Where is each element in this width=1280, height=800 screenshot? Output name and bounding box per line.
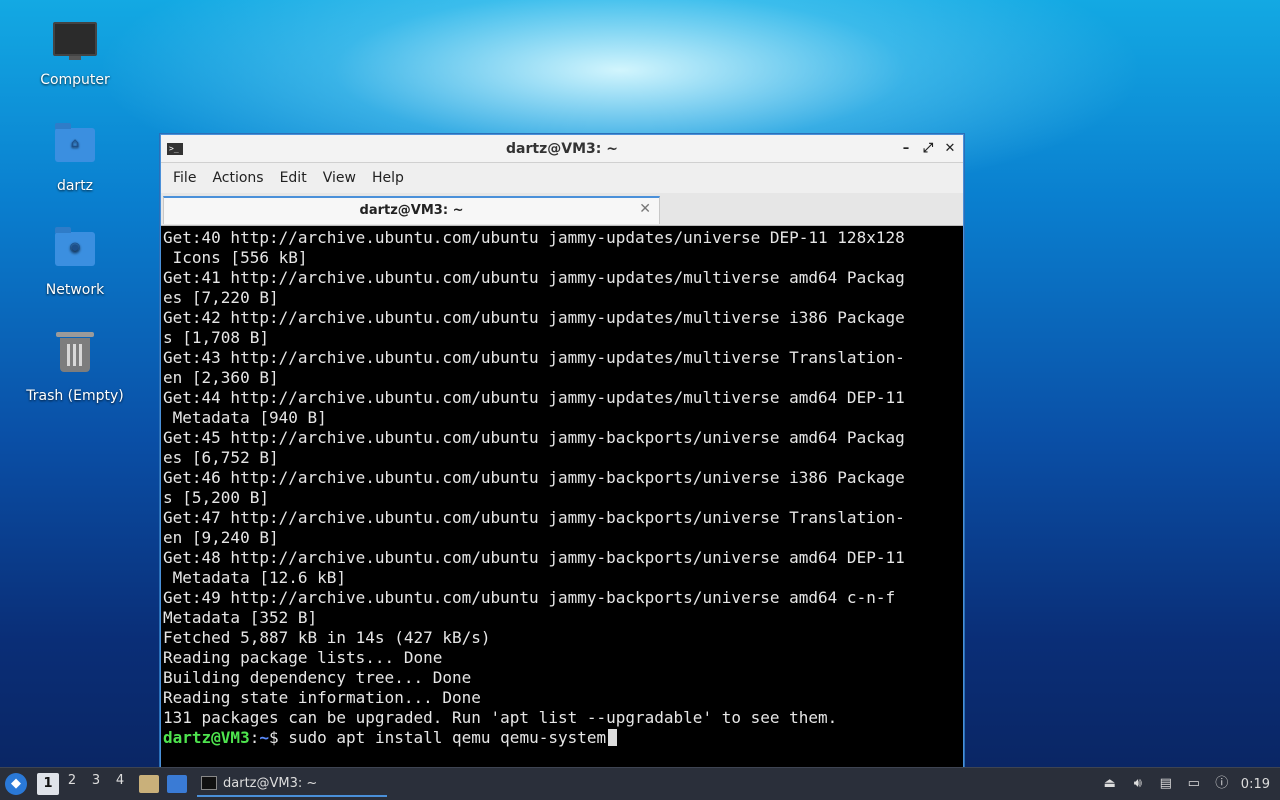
terminal-line: Get:48 http://archive.ubuntu.com/ubuntu … — [163, 548, 905, 567]
desktop-icon-label: Trash (Empty) — [26, 388, 124, 404]
tab-label: dartz@VM3: ~ — [359, 203, 464, 218]
terminal-line: Reading state information... Done — [163, 688, 481, 707]
home-folder-icon: ⌂ — [53, 123, 97, 172]
terminal-line: Metadata [940 B] — [163, 408, 327, 427]
window-title: dartz@VM3: ~ — [506, 140, 618, 157]
prompt-symbol: $ — [268, 728, 289, 747]
desktop-icon-trash[interactable]: Trash (Empty) — [20, 330, 130, 404]
tab-close-icon[interactable]: ✕ — [639, 201, 651, 217]
menu-help[interactable]: Help — [364, 170, 412, 186]
terminal-line: en [9,240 B] — [163, 528, 279, 547]
terminal-line: es [6,752 B] — [163, 448, 279, 467]
start-menu-icon[interactable]: ◆ — [5, 773, 27, 795]
terminal-line: Get:45 http://archive.ubuntu.com/ubuntu … — [163, 428, 905, 447]
eject-icon[interactable]: ⏏ — [1101, 775, 1119, 793]
terminal-tab[interactable]: dartz@VM3: ~ ✕ — [163, 196, 660, 224]
terminal-line: es [7,220 B] — [163, 288, 279, 307]
terminal-line: Metadata [352 B] — [163, 608, 318, 627]
menu-edit[interactable]: Edit — [272, 170, 315, 186]
menu-file[interactable]: File — [165, 170, 204, 186]
terminal-line: Get:44 http://archive.ubuntu.com/ubuntu … — [163, 388, 905, 407]
computer-icon — [53, 22, 97, 66]
desktop-icon-label: dartz — [56, 178, 94, 194]
workspace-2[interactable]: 2 — [61, 773, 83, 795]
menu-bar: File Actions Edit View Help — [161, 163, 963, 193]
network-icon[interactable]: ▭ — [1185, 775, 1203, 793]
terminal-line: 131 packages can be upgraded. Run 'apt l… — [163, 708, 838, 727]
menu-actions[interactable]: Actions — [204, 170, 271, 186]
terminal-window: >_ dartz@VM3: ~ – ⤢ ✕ File Actions Edit … — [160, 134, 964, 768]
terminal-line: Get:41 http://archive.ubuntu.com/ubuntu … — [163, 268, 905, 287]
file-manager-icon[interactable] — [139, 775, 159, 793]
desktop-icon-computer[interactable]: Computer — [20, 18, 130, 88]
text-cursor — [608, 729, 618, 746]
window-titlebar[interactable]: >_ dartz@VM3: ~ – ⤢ ✕ — [161, 135, 963, 163]
terminal-output[interactable]: Get:40 http://archive.ubuntu.com/ubuntu … — [163, 227, 963, 767]
terminal-line: Get:47 http://archive.ubuntu.com/ubuntu … — [163, 508, 905, 527]
workspace-switcher: 1 2 3 4 — [37, 773, 131, 795]
terminal-line: Get:46 http://archive.ubuntu.com/ubuntu … — [163, 468, 905, 487]
system-tray: ⏏ 🔊︎ ▤ ▭ ⓘ 0:19 — [1101, 775, 1270, 793]
terminal-line: Fetched 5,887 kB in 14s (427 kB/s) — [163, 628, 491, 647]
taskbar-task-terminal[interactable]: dartz@VM3: ~ — [197, 771, 387, 797]
terminal-line: Icons [556 kB] — [163, 248, 308, 267]
trash-icon — [53, 332, 97, 382]
workspace-4[interactable]: 4 — [109, 773, 131, 795]
volume-icon[interactable]: 🔊︎ — [1129, 775, 1147, 793]
terminal-prompt-line[interactable]: dartz@VM3:~$ sudo apt install qemu qemu-… — [163, 728, 963, 748]
desktop-icon-network[interactable]: ◉ Network — [20, 226, 130, 298]
desktop-icon-home[interactable]: ⌂ dartz — [20, 122, 130, 194]
terminal-line: Get:49 http://archive.ubuntu.com/ubuntu … — [163, 588, 896, 607]
typed-command: sudo apt install qemu qemu-system — [288, 728, 607, 747]
taskbar: ◆ 1 2 3 4 dartz@VM3: ~ ⏏ 🔊︎ ▤ ▭ ⓘ 0:19 — [0, 767, 1280, 800]
close-button[interactable]: ✕ — [941, 140, 959, 158]
terminal-line: s [5,200 B] — [163, 488, 269, 507]
workspace-1[interactable]: 1 — [37, 773, 59, 795]
terminal-line: Get:40 http://archive.ubuntu.com/ubuntu … — [163, 228, 905, 247]
desktop-icon-label: Network — [45, 282, 105, 298]
prompt-user: dartz@VM3 — [163, 728, 250, 747]
prompt-path: ~ — [259, 728, 269, 747]
desktop-icon-label: Computer — [40, 72, 110, 88]
terminal-line: Reading package lists... Done — [163, 648, 443, 667]
tab-bar: dartz@VM3: ~ ✕ — [161, 193, 963, 226]
clock[interactable]: 0:19 — [1241, 777, 1270, 792]
prompt-separator: : — [249, 728, 260, 747]
notification-icon[interactable]: ⓘ — [1213, 775, 1231, 793]
terminal-line: en [2,360 B] — [163, 368, 279, 387]
task-label: dartz@VM3: ~ — [223, 775, 318, 791]
terminal-line: s [1,708 B] — [163, 328, 269, 347]
workspace-3[interactable]: 3 — [85, 773, 107, 795]
terminal-icon — [201, 776, 217, 790]
clipboard-icon[interactable]: ▤ — [1157, 775, 1175, 793]
terminal-line: Get:42 http://archive.ubuntu.com/ubuntu … — [163, 308, 905, 327]
maximize-button[interactable]: ⤢ — [919, 140, 937, 158]
terminal-line: Get:43 http://archive.ubuntu.com/ubuntu … — [163, 348, 905, 367]
show-desktop-icon[interactable] — [167, 775, 187, 793]
terminal-line: Building dependency tree... Done — [163, 668, 472, 687]
menu-view[interactable]: View — [315, 170, 364, 186]
terminal-line: Metadata [12.6 kB] — [163, 568, 347, 587]
network-folder-icon: ◉ — [53, 227, 97, 276]
minimize-button[interactable]: – — [897, 140, 915, 158]
terminal-icon: >_ — [167, 142, 183, 155]
